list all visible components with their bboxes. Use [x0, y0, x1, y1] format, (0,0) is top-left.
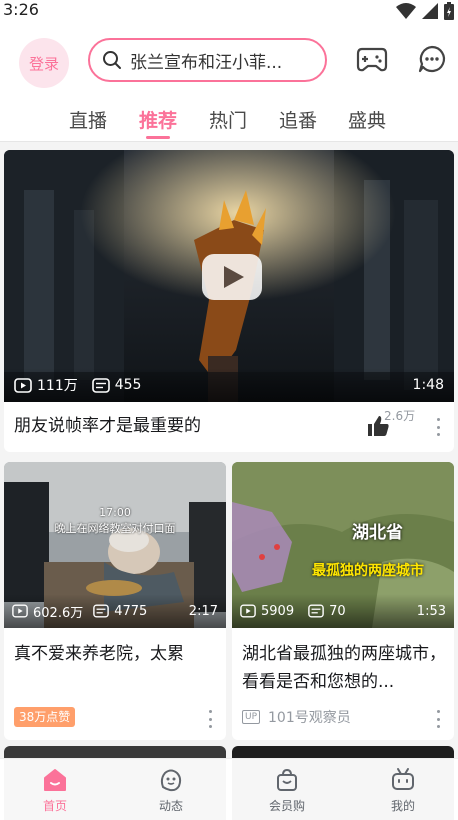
- view-count: 111万: [14, 375, 78, 395]
- danmaku-count: 4775: [93, 604, 147, 619]
- danmaku-count: 70: [308, 604, 346, 619]
- nav-dynamic[interactable]: 动态: [131, 767, 211, 814]
- message-icon[interactable]: [417, 44, 447, 74]
- tv-icon: [392, 768, 414, 790]
- featured-video-card[interactable]: 111万 455 1:48 朋友说帧率才是最重要的 2.6万: [4, 150, 454, 452]
- play-count-icon: [14, 377, 32, 393]
- video-thumbnail[interactable]: 湖北省 最孤独的两座城市 5909 70 1:53: [232, 462, 454, 628]
- video-thumbnail[interactable]: 17:00 晚上在网络教室对付口面 602.6万 4775 2:17: [4, 462, 226, 628]
- thumbnail-meta: 602.6万 4775 2:17: [4, 594, 226, 628]
- video-thumbnail[interactable]: 111万 455 1:48: [4, 150, 454, 402]
- danmaku-icon: [91, 377, 110, 393]
- thumbnail-overlay-time: 17:00: [99, 506, 131, 519]
- signal-icon: [422, 3, 438, 19]
- login-button[interactable]: 登录: [19, 38, 69, 88]
- more-options-icon[interactable]: [435, 418, 441, 436]
- nav-shop[interactable]: 会员购: [247, 767, 327, 814]
- more-options-icon[interactable]: [207, 710, 213, 728]
- thumbnail-overlay-caption: 最孤独的两座城市: [312, 563, 424, 579]
- danmaku-icon: [308, 604, 324, 618]
- author-name[interactable]: 101号观察员: [268, 707, 351, 727]
- danmaku-count: 455: [91, 377, 141, 393]
- up-badge: UP: [242, 710, 261, 724]
- video-title[interactable]: 湖北省最孤独的两座城市，看看是否和您想的...: [242, 640, 446, 696]
- tab-recommend[interactable]: 推荐: [139, 106, 177, 133]
- home-icon: [44, 769, 66, 791]
- dynamic-icon: [160, 769, 182, 792]
- like-count: 2.6万: [384, 409, 416, 423]
- video-duration: 1:48: [412, 377, 444, 393]
- nav-home[interactable]: 首页: [15, 767, 95, 814]
- more-options-icon[interactable]: [435, 710, 441, 728]
- play-count-icon: [240, 604, 256, 618]
- top-bar: 登录 张兰宣布和汪小菲...: [0, 22, 458, 98]
- nav-mine[interactable]: 我的: [363, 767, 443, 814]
- tab-anime[interactable]: 追番: [279, 106, 317, 133]
- view-count: 5909: [240, 604, 294, 619]
- video-duration: 2:17: [188, 603, 218, 619]
- danmaku-icon: [93, 604, 110, 618]
- category-tabs: 直播 推荐 热门 追番 盛典: [0, 98, 458, 142]
- search-placeholder: 张兰宣布和汪小菲...: [130, 52, 283, 73]
- system-icons: [396, 2, 454, 20]
- video-duration: 1:53: [416, 603, 446, 619]
- thumbnail-meta: 5909 70 1:53: [232, 594, 454, 628]
- active-tab-indicator: [146, 136, 170, 139]
- wifi-icon: [396, 3, 416, 19]
- battery-icon: [444, 2, 454, 20]
- thumbnail-overlay-province: 湖北省: [352, 523, 403, 543]
- view-count: 602.6万: [12, 602, 83, 621]
- search-input[interactable]: 张兰宣布和汪小菲...: [88, 38, 327, 82]
- video-card[interactable]: 17:00 晚上在网络教室对付口面 602.6万 4775 2:17 真不爱来养…: [4, 462, 226, 740]
- play-count-icon: [12, 604, 28, 618]
- bottom-navigation: 首页 动态 会员购 我的: [0, 758, 458, 820]
- game-controller-icon[interactable]: [356, 46, 388, 74]
- video-card[interactable]: 湖北省 最孤独的两座城市 5909 70 1:53 湖北省最孤独的两座城市，看看…: [232, 462, 454, 740]
- status-bar: 3:26: [0, 0, 458, 22]
- tab-hot[interactable]: 热门: [209, 106, 247, 133]
- thumbnail-meta: 111万 455 1:48: [4, 368, 454, 402]
- tab-gala[interactable]: 盛典: [348, 106, 386, 133]
- shop-icon: [277, 768, 297, 791]
- thumbnail-overlay-caption: 晚上在网络教室对付口面: [54, 522, 176, 535]
- like-badge: 38万点赞: [14, 707, 76, 727]
- status-time: 3:26: [3, 0, 39, 19]
- search-icon: [103, 51, 121, 69]
- video-title[interactable]: 真不爱来养老院，太累: [14, 640, 218, 668]
- video-title[interactable]: 朋友说帧率才是最重要的: [14, 412, 201, 440]
- thumbnail-image: [4, 150, 454, 402]
- login-label: 登录: [28, 54, 59, 73]
- tab-live[interactable]: 直播: [69, 106, 107, 133]
